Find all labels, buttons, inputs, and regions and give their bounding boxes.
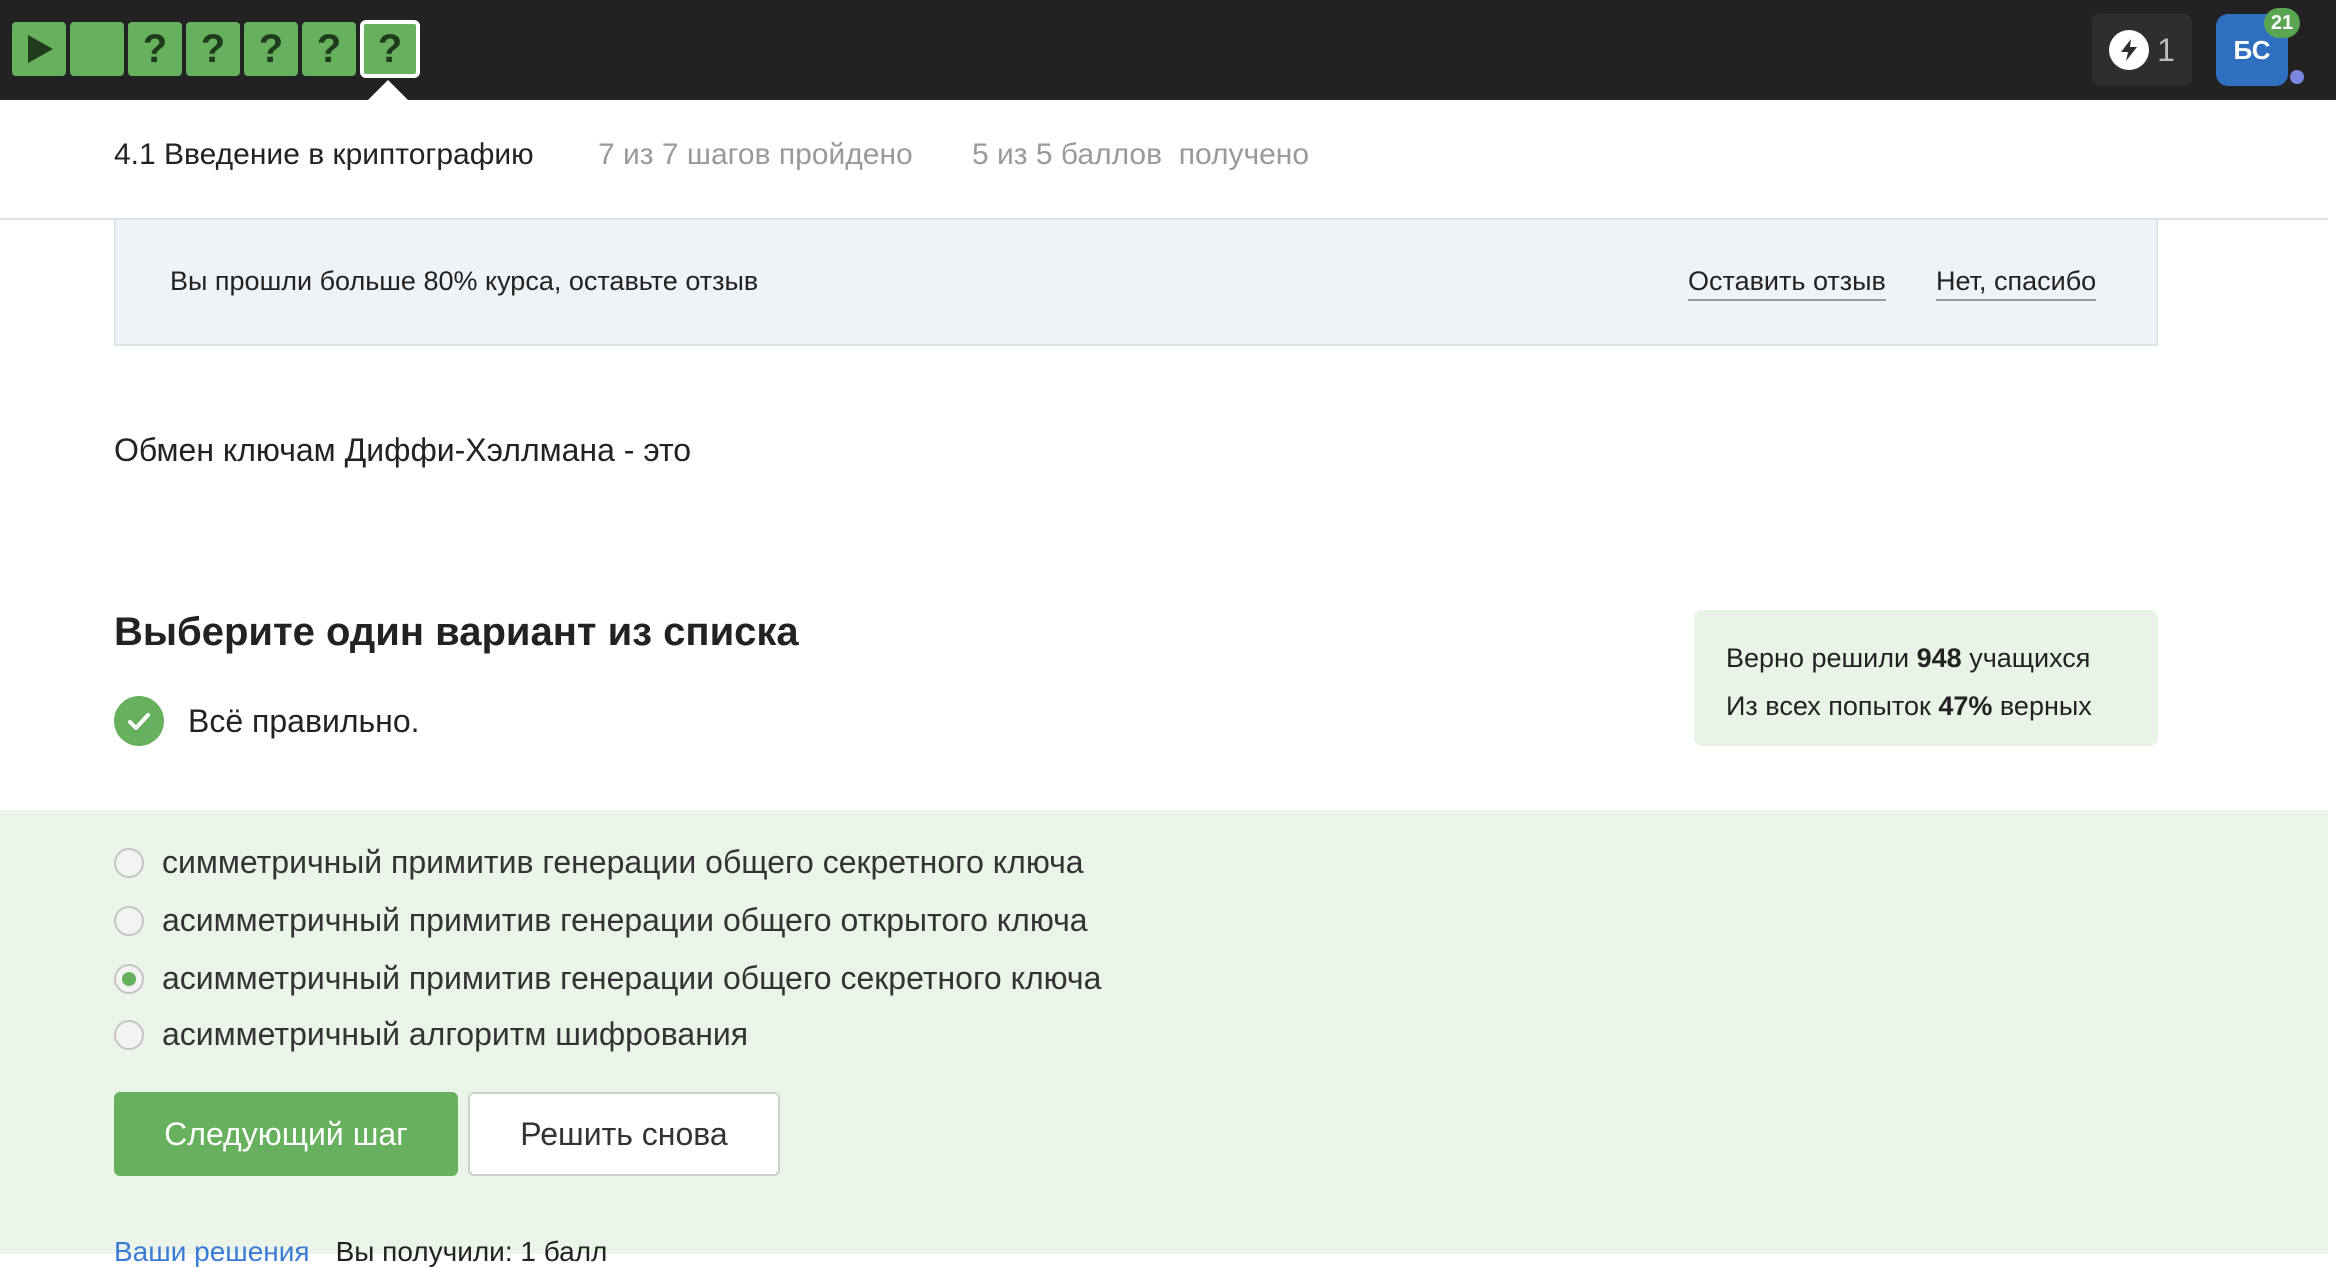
answer-option[interactable]: асимметричный примитив генерации общего … [114,902,1088,939]
answer-option-label: асимметричный примитив генерации общего … [162,902,1088,938]
step-quiz-current[interactable]: ? [360,20,420,78]
energy-count: 1 [2157,31,2175,68]
current-step-pointer [368,80,408,100]
answer-option[interactable]: асимметричный алгоритм шифрования [114,1016,748,1053]
step-quiz[interactable]: ? [128,22,182,76]
radio-button[interactable] [114,905,144,936]
lesson-points: 5 из 5 баллов получено [972,138,1310,171]
result-message: Всё правильно. [114,696,420,746]
status-dot [2290,70,2304,84]
banner-text: Вы прошли больше 80% курса, оставьте отз… [170,266,759,296]
answer-section: симметричный примитив генерации общего с… [0,810,2328,1254]
notifications-badge[interactable]: 21 [2264,8,2300,38]
lesson-title[interactable]: 4.1 Введение в криптографию [114,138,534,172]
step-quiz[interactable]: ? [186,22,240,76]
feedback-banner: Вы прошли больше 80% курса, оставьте отз… [114,218,2158,346]
lesson-header: 4.1 Введение в криптографию 7 из 7 шагов… [0,100,2336,220]
lightning-icon [2109,30,2150,70]
question-text: Обмен ключам Диффи-Хэллмана - это [114,432,692,468]
radio-button-checked[interactable] [114,963,144,994]
next-step-button[interactable]: Следующий шаг [114,1092,458,1176]
stats-solved: Верно решили 948 учащихся [1726,643,2091,673]
answer-option-label: асимметричный алгоритм шифрования [162,1016,749,1052]
result-text: Всё правильно. [188,702,420,739]
step-text[interactable] [70,22,124,76]
play-icon [28,35,53,63]
quiz-stats: Верно решили 948 учащихся Из всех попыто… [1694,610,2158,746]
energy-counter[interactable]: 1 [2092,14,2192,86]
answer-option[interactable]: симметричный примитив генерации общего с… [114,844,1084,881]
submission-summary: Ваши решения Вы получили: 1 балл [114,1236,607,1268]
radio-button[interactable] [114,1019,144,1050]
decline-review-link[interactable]: Нет, спасибо [1936,266,2097,301]
stats-attempts: Из всех попыток 47% верных [1726,691,2092,721]
your-solutions-link[interactable]: Ваши решения [114,1236,310,1267]
lesson-progress: 7 из 7 шагов пройдено [598,138,913,171]
top-navigation-bar: ? ? ? ? ? 1 БС 21 [0,0,2336,100]
answer-option-label: симметричный примитив генерации общего с… [162,844,1084,880]
step-quiz[interactable]: ? [244,22,298,76]
answer-option-label: асимметричный примитив генерации общего … [162,960,1102,996]
score-text: Вы получили: 1 балл [335,1236,608,1267]
scrollbar-track [2328,100,2336,1254]
retry-button[interactable]: Решить снова [468,1092,780,1176]
radio-button[interactable] [114,847,144,878]
answer-option-selected[interactable]: асимметричный примитив генерации общего … [114,960,1101,997]
step-quiz[interactable]: ? [302,22,356,76]
leave-review-link[interactable]: Оставить отзыв [1688,266,1886,301]
lesson-steps: ? ? ? ? ? [12,20,420,78]
step-video[interactable] [12,22,66,76]
check-circle-icon [114,696,164,746]
quiz-instruction: Выберите один вариант из списка [114,610,799,654]
